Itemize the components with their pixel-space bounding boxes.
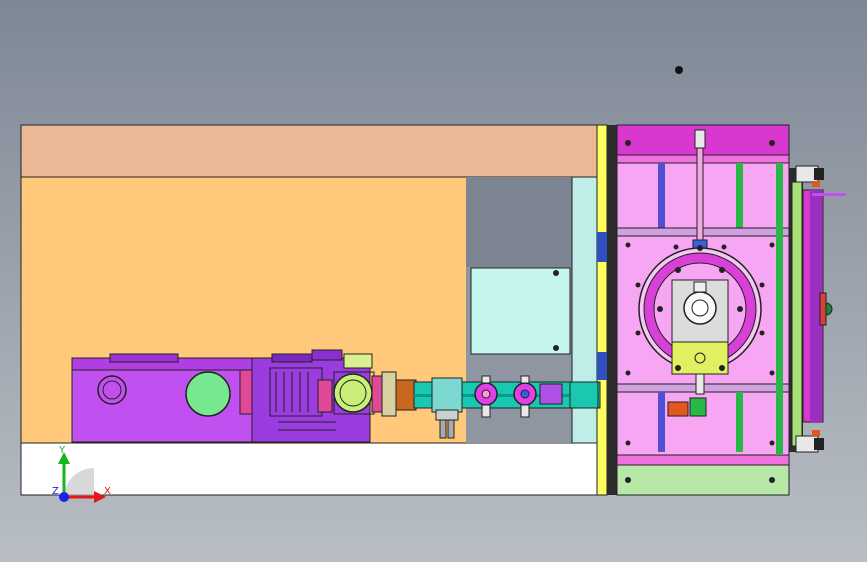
axis-x-label: X: [104, 486, 111, 497]
vacuum-pump-assembly: [71, 349, 417, 443]
cyan-cover-box: [470, 267, 571, 355]
cad-viewport[interactable]: Y X Z: [0, 0, 867, 562]
chamber-door: [789, 165, 846, 453]
chamber-bottom-plate: [616, 464, 790, 496]
pump-green-cap: [185, 371, 231, 417]
vacuum-chamber: [616, 124, 790, 496]
cabinet-top-panel: [20, 124, 599, 178]
axis-y-label: Y: [58, 445, 66, 456]
pump-inlet-port: [97, 375, 127, 405]
floating-point-mark: [675, 66, 683, 74]
assembly-drawing[interactable]: Y X Z: [0, 0, 867, 562]
axis-z-label: Z: [52, 486, 59, 497]
